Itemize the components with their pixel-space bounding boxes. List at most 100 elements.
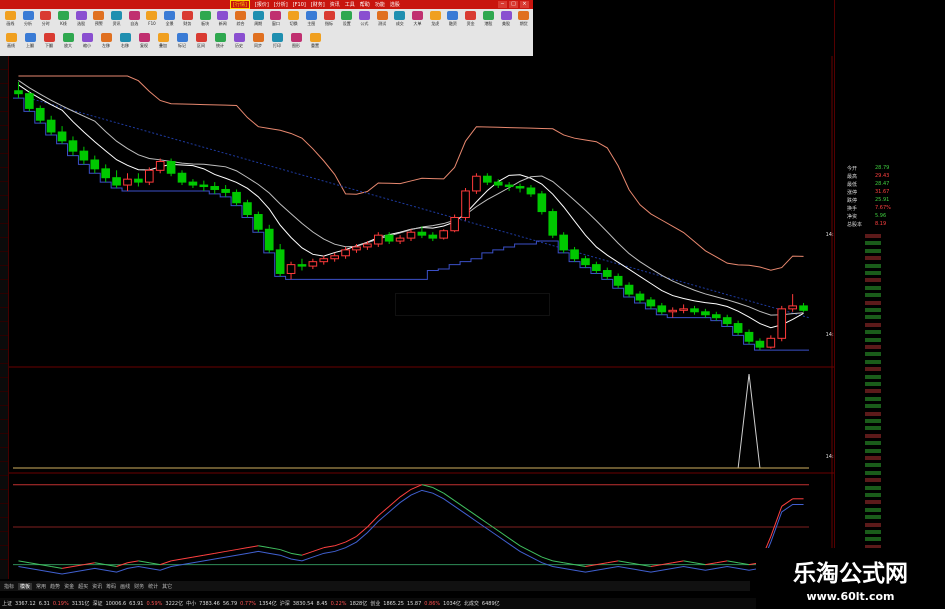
strip-button[interactable] — [0, 266, 8, 280]
menu-item-7[interactable]: 帮助 — [360, 1, 370, 8]
toolbar-button-toolbar_row2-0[interactable]: 画线 — [2, 33, 20, 49]
toolbar-button-toolbar_row1-19[interactable]: 设置 — [338, 11, 355, 27]
strip-button[interactable] — [0, 364, 8, 378]
strip-button[interactable] — [0, 182, 8, 196]
toolbar-button-toolbar_row1-23[interactable]: 大单 — [409, 11, 426, 27]
tab-0[interactable]: 指标 — [4, 583, 14, 590]
strip-button[interactable] — [0, 476, 8, 490]
menu-item-1[interactable]: [报价] — [255, 1, 269, 8]
menu-item-6[interactable]: 工具 — [345, 1, 355, 8]
menu-item-4[interactable]: [财务] — [311, 1, 325, 8]
strip-button[interactable] — [0, 56, 8, 70]
toolbar-button-toolbar_row2-6[interactable]: 右移 — [116, 33, 134, 49]
strip-button[interactable] — [0, 280, 8, 294]
toolbar-button-toolbar_row1-29[interactable]: 期货 — [515, 11, 532, 27]
strip-button[interactable] — [0, 112, 8, 126]
toolbar-button-toolbar_row2-16[interactable]: 重置 — [306, 33, 324, 49]
toolbar-button-toolbar_row2-14[interactable]: 打印 — [268, 33, 286, 49]
tab-8[interactable]: 画线 — [120, 583, 130, 590]
strip-button[interactable] — [0, 168, 8, 182]
toolbar-button-toolbar_row1-9[interactable]: 全景 — [161, 11, 178, 27]
strip-button[interactable] — [0, 294, 8, 308]
strip-button[interactable] — [0, 518, 8, 532]
menu-item-9[interactable]: 选股 — [390, 1, 400, 8]
strip-button[interactable] — [0, 84, 8, 98]
toolbar-button-toolbar_row1-8[interactable]: F10 — [144, 11, 161, 27]
tab-9[interactable]: 财务 — [134, 583, 144, 590]
strip-button[interactable] — [0, 392, 8, 406]
toolbar-button-toolbar_row2-2[interactable]: 下翻 — [40, 33, 58, 49]
strip-button[interactable] — [0, 546, 8, 560]
toolbar-button-toolbar_row1-18[interactable]: 指标 — [321, 11, 338, 27]
menu-item-2[interactable]: [分析] — [274, 1, 288, 8]
toolbar-button-toolbar_row1-0[interactable]: 画线 — [2, 11, 19, 27]
tab-4[interactable]: 资金 — [64, 583, 74, 590]
minimize-icon[interactable]: − — [498, 1, 507, 8]
toolbar-button-toolbar_row1-1[interactable]: 分析 — [20, 11, 37, 27]
toolbar-button-toolbar_row1-21[interactable]: 测试 — [374, 11, 391, 27]
maximize-icon[interactable]: □ — [509, 1, 518, 8]
strip-button[interactable] — [0, 490, 8, 504]
strip-button[interactable] — [0, 210, 8, 224]
tab-1[interactable]: 模板 — [18, 582, 33, 590]
menu-item-3[interactable]: [F10] — [293, 2, 306, 8]
strip-button[interactable] — [0, 462, 8, 476]
strip-button[interactable] — [0, 98, 8, 112]
toolbar-button-toolbar_row1-24[interactable]: 龙虎 — [427, 11, 444, 27]
toolbar-button-toolbar_row2-11[interactable]: 统计 — [211, 33, 229, 49]
strip-button[interactable] — [0, 336, 8, 350]
strip-button[interactable] — [0, 532, 8, 546]
toolbar-button-toolbar_row1-12[interactable]: 新闻 — [214, 11, 231, 27]
strip-button[interactable] — [0, 504, 8, 518]
toolbar-button-toolbar_row2-4[interactable]: 缩小 — [78, 33, 96, 49]
tab-6[interactable]: 资讯 — [92, 583, 102, 590]
toolbar-button-toolbar_row1-17[interactable]: 主图 — [303, 11, 320, 27]
toolbar-button-toolbar_row2-9[interactable]: 标记 — [173, 33, 191, 49]
strip-button[interactable] — [0, 140, 8, 154]
strip-button[interactable] — [0, 154, 8, 168]
toolbar-button-toolbar_row1-2[interactable]: 分时 — [37, 11, 54, 27]
tab-7[interactable]: 筹码 — [106, 583, 116, 590]
tab-10[interactable]: 统计 — [148, 583, 158, 590]
toolbar-button-toolbar_row1-5[interactable]: 预警 — [91, 11, 108, 27]
toolbar-button-toolbar_row1-27[interactable]: 港股 — [480, 11, 497, 27]
strip-button[interactable] — [0, 420, 8, 434]
tab-3[interactable]: 趋势 — [50, 583, 60, 590]
toolbar-button-toolbar_row2-5[interactable]: 左移 — [97, 33, 115, 49]
toolbar-button-toolbar_row1-14[interactable]: 周期 — [250, 11, 267, 27]
toolbar-button-toolbar_row1-20[interactable]: 公式 — [356, 11, 373, 27]
strip-button[interactable] — [0, 434, 8, 448]
strip-button[interactable] — [0, 196, 8, 210]
menu-item-5[interactable]: 资讯 — [330, 1, 340, 8]
toolbar-button-toolbar_row1-22[interactable]: 成交 — [391, 11, 408, 27]
toolbar-button-toolbar_row1-6[interactable]: 资讯 — [108, 11, 125, 27]
toolbar-button-toolbar_row1-28[interactable]: 美股 — [498, 11, 515, 27]
toolbar-button-toolbar_row2-15[interactable]: 图形 — [287, 33, 305, 49]
strip-button[interactable] — [0, 448, 8, 462]
strip-button[interactable] — [0, 378, 8, 392]
toolbar-button-toolbar_row1-15[interactable]: 窗口 — [268, 11, 285, 27]
close-icon[interactable]: × — [520, 1, 529, 8]
toolbar-button-toolbar_row2-7[interactable]: 复权 — [135, 33, 153, 49]
toolbar-button-toolbar_row1-11[interactable]: 板块 — [197, 11, 214, 27]
strip-button[interactable] — [0, 406, 8, 420]
toolbar-button-toolbar_row2-10[interactable]: 区间 — [192, 33, 210, 49]
toolbar-button-toolbar_row1-26[interactable]: 资金 — [462, 11, 479, 27]
tab-2[interactable]: 常用 — [36, 583, 46, 590]
toolbar-button-toolbar_row2-13[interactable]: 同步 — [249, 33, 267, 49]
strip-button[interactable] — [0, 238, 8, 252]
strip-button[interactable] — [0, 308, 8, 322]
toolbar-button-toolbar_row1-13[interactable]: 综合 — [232, 11, 249, 27]
strip-button[interactable] — [0, 322, 8, 336]
strip-button[interactable] — [0, 350, 8, 364]
menu-item-0[interactable]: [行情] — [230, 0, 250, 9]
menu-item-8[interactable]: 功能 — [375, 1, 385, 8]
toolbar-button-toolbar_row1-3[interactable]: K线 — [55, 11, 72, 27]
toolbar-button-toolbar_row1-7[interactable]: 自选 — [126, 11, 143, 27]
toolbar-button-toolbar_row1-4[interactable]: 选股 — [73, 11, 90, 27]
toolbar-button-toolbar_row1-10[interactable]: 财务 — [179, 11, 196, 27]
toolbar-button-toolbar_row2-3[interactable]: 放大 — [59, 33, 77, 49]
strip-button[interactable] — [0, 126, 8, 140]
toolbar-button-toolbar_row1-25[interactable]: 融资 — [445, 11, 462, 27]
toolbar-button-toolbar_row1-16[interactable]: 切换 — [285, 11, 302, 27]
